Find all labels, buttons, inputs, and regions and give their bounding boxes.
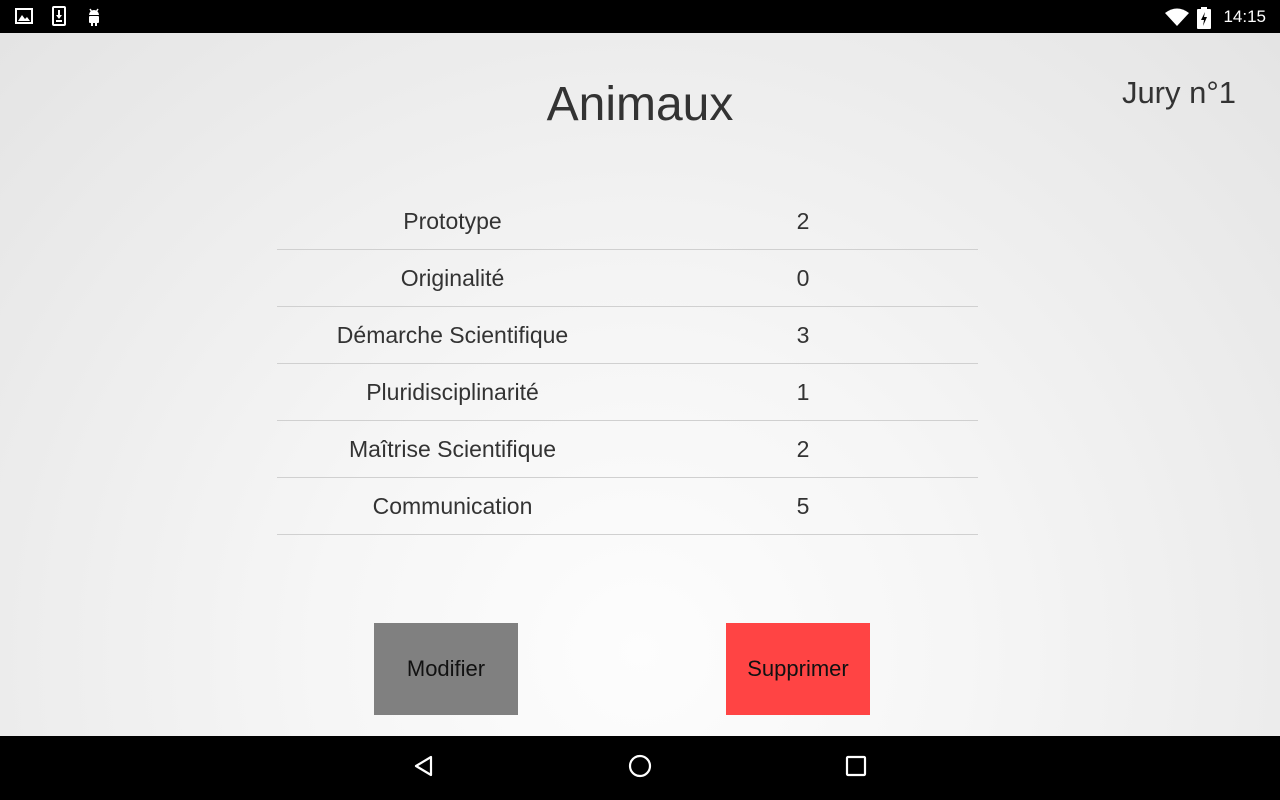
criterion-label: Démarche Scientifique (336, 321, 569, 348)
criterion-label: Pluridisciplinarité (366, 378, 539, 405)
status-bar: 14:15 (0, 0, 1280, 33)
app-content: Animaux Jury n°1 Prototype 2 Originalité… (0, 33, 1280, 736)
back-icon (412, 754, 436, 783)
table-row: Démarche Scientifique 3 (277, 307, 978, 364)
page-title: Animaux (546, 78, 734, 131)
android-debug-icon (84, 6, 104, 26)
download-icon (49, 6, 69, 26)
table-row: Maîtrise Scientifique 2 (277, 421, 978, 478)
recents-icon (844, 754, 868, 783)
criterion-score: 5 (796, 492, 810, 519)
battery-charging-icon (1197, 6, 1212, 29)
criterion-label: Originalité (400, 264, 505, 291)
clock: 14:15 (1223, 6, 1266, 26)
table-row: Pluridisciplinarité 1 (277, 364, 978, 421)
table-row: Prototype 2 (277, 193, 978, 250)
home-icon (627, 753, 653, 784)
criterion-score: 2 (796, 435, 810, 462)
criterion-score: 2 (796, 207, 810, 234)
jury-label: Jury n°1 (1121, 75, 1236, 110)
criterion-score: 1 (796, 378, 810, 405)
criterion-score: 0 (796, 264, 810, 291)
table-row: Communication 5 (277, 478, 978, 535)
table-row: Originalité 0 (277, 250, 978, 307)
back-button[interactable] (406, 750, 442, 786)
criterion-label: Prototype (403, 207, 502, 234)
navigation-bar (0, 736, 1280, 800)
notification-icons (14, 6, 104, 26)
image-icon (14, 6, 34, 26)
modify-button[interactable]: Modifier (374, 623, 518, 715)
score-table: Prototype 2 Originalité 0 Démarche Scien… (277, 193, 978, 535)
recents-button[interactable] (838, 750, 874, 786)
home-button[interactable] (622, 750, 658, 786)
screen: 14:15 Animaux Jury n°1 Prototype 2 Origi… (0, 0, 1280, 800)
criterion-label: Communication (372, 492, 533, 519)
criterion-score: 3 (796, 321, 810, 348)
wifi-icon (1165, 7, 1190, 27)
system-icons: 14:15 (1165, 0, 1266, 33)
delete-button[interactable]: Supprimer (726, 623, 870, 715)
criterion-label: Maîtrise Scientifique (348, 435, 557, 462)
